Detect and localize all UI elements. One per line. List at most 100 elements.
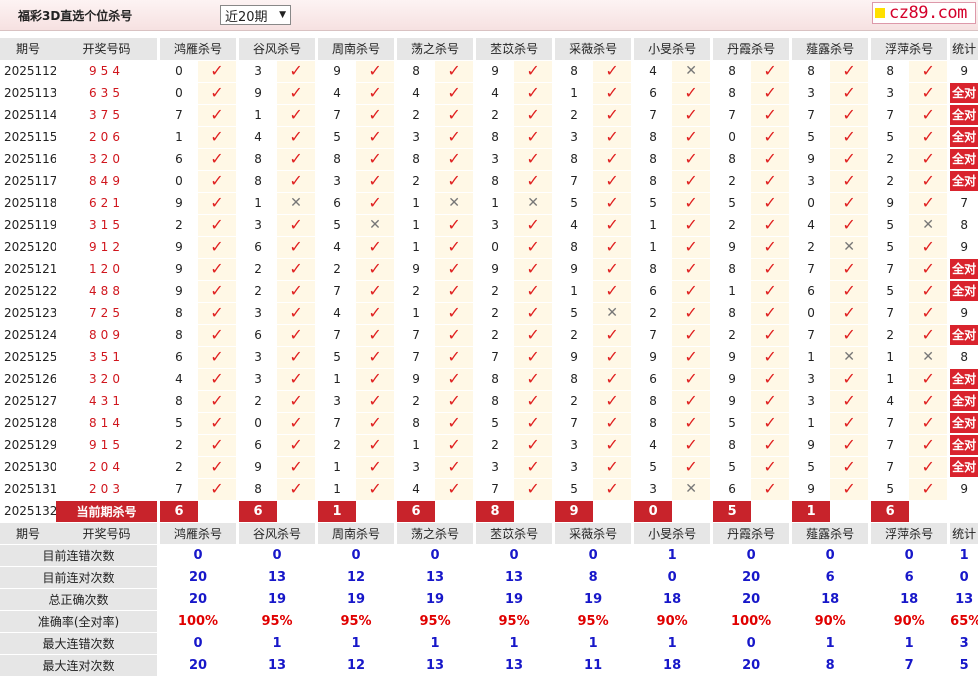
kill-number-cell: 1 (871, 346, 910, 369)
stats-value: 90% (792, 610, 869, 633)
cross-icon: ✕ (527, 195, 539, 211)
stat-cell: 7 (950, 192, 978, 215)
col-header-expert: 采薇杀号 (555, 38, 632, 61)
check-icon: ✓ (526, 259, 540, 278)
col-header-expert: 鸿雁杀号 (160, 38, 237, 61)
table-row: 2025113 635 0 ✓ 9 ✓ 4 ✓ 4 ✓ 4 ✓ 1 ✓ 6 ✓ 8 ✓ 3 ✓ 3 ✓ 全对 (0, 82, 978, 105)
check-icon: ✓ (526, 237, 540, 256)
period-range-select[interactable]: 近20期 ▼ (220, 5, 291, 25)
kill-number-cell: 2 (871, 148, 910, 171)
check-icon: ✓ (289, 325, 303, 344)
check-icon: ✓ (289, 171, 303, 190)
kill-number-cell: 5 (555, 302, 594, 325)
draw-number-cell: 203 (56, 478, 157, 501)
check-icon: ✓ (289, 347, 303, 366)
check-icon: ✓ (210, 237, 224, 256)
stats-value: 13 (239, 654, 316, 677)
result-mark-cell: ✓ (909, 236, 948, 259)
period-cell: 2025114 (0, 104, 56, 127)
check-icon: ✓ (842, 479, 856, 498)
kill-number-cell: 8 (634, 170, 673, 193)
stats-value: 18 (634, 654, 711, 677)
check-icon: ✓ (210, 127, 224, 146)
result-mark-cell: ✓ (909, 412, 948, 435)
stats-value: 100% (160, 610, 237, 633)
check-icon: ✓ (763, 127, 777, 146)
check-icon: ✓ (210, 303, 224, 322)
check-icon: ✓ (447, 347, 461, 366)
result-mark-cell: ✓ (909, 434, 948, 457)
logo-square-icon (875, 8, 885, 18)
all-correct-badge: 全对 (950, 325, 978, 345)
stats-value: 1 (318, 632, 395, 655)
col-header-expert: 浮萍杀号 (871, 38, 948, 61)
stats-value: 0 (160, 632, 237, 655)
kill-number-cell: 6 (239, 434, 278, 457)
check-icon: ✓ (921, 259, 935, 278)
check-icon: ✓ (842, 149, 856, 168)
table-row: 2025122 488 9 ✓ 2 ✓ 7 ✓ 2 ✓ 2 ✓ 1 ✓ 6 ✓ 1 ✓ 6 ✓ 5 ✓ 全对 (0, 280, 978, 303)
check-icon: ✓ (447, 237, 461, 256)
kill-number-cell: 5 (318, 346, 357, 369)
check-icon: ✓ (447, 413, 461, 432)
check-icon: ✓ (210, 149, 224, 168)
check-icon: ✓ (210, 61, 224, 80)
stats-value: 100% (713, 610, 790, 633)
check-icon: ✓ (605, 479, 619, 498)
check-icon: ✓ (368, 105, 382, 124)
result-mark-cell: ✓ (909, 280, 948, 303)
check-icon: ✓ (605, 83, 619, 102)
current-kill-blank (672, 500, 711, 523)
site-logo[interactable]: cz89.com (872, 2, 976, 24)
check-icon: ✓ (605, 259, 619, 278)
check-icon: ✓ (447, 127, 461, 146)
check-icon: ✓ (526, 215, 540, 234)
table-row: 2025125 351 6 ✓ 3 ✓ 5 ✓ 7 ✓ 7 ✓ 9 ✓ 9 ✓ 9 ✓ 1 ✕ 1 ✕ 8 (0, 346, 978, 369)
check-icon: ✓ (763, 171, 777, 190)
stat-value: 9 (960, 482, 968, 496)
check-icon: ✓ (842, 369, 856, 388)
col-header-period: 期号 (0, 522, 56, 545)
current-kill-blank (593, 500, 632, 523)
result-mark-cell: ✓ (277, 82, 316, 105)
check-icon: ✓ (684, 347, 698, 366)
check-icon: ✓ (763, 325, 777, 344)
result-mark-cell: ✓ (751, 368, 790, 391)
draw-number-cell: 809 (56, 324, 157, 347)
kill-number-cell: 8 (871, 60, 910, 83)
check-icon: ✓ (210, 83, 224, 102)
check-icon: ✓ (605, 215, 619, 234)
check-icon: ✓ (684, 237, 698, 256)
table-row: 2025116 320 6 ✓ 8 ✓ 8 ✓ 8 ✓ 3 ✓ 8 ✓ 8 ✓ 8 ✓ 9 ✓ 2 ✓ 全对 (0, 148, 978, 171)
all-correct-badge: 全对 (950, 435, 978, 455)
period-cell: 2025118 (0, 192, 56, 215)
result-mark-cell: ✓ (514, 346, 553, 369)
kill-number-cell: 2 (713, 170, 752, 193)
check-icon: ✓ (447, 303, 461, 322)
result-mark-cell: ✓ (514, 170, 553, 193)
kill-number-cell: 7 (792, 324, 831, 347)
stats-value: 0 (239, 544, 316, 567)
kill-number-cell: 2 (476, 104, 515, 127)
kill-number-cell: 5 (871, 236, 910, 259)
result-mark-cell: ✓ (751, 82, 790, 105)
kill-number-cell: 5 (871, 478, 910, 501)
result-mark-cell: ✓ (356, 60, 395, 83)
result-mark-cell: ✕ (356, 214, 395, 237)
check-icon: ✓ (526, 347, 540, 366)
stats-label: 最大连错次数 (0, 632, 157, 655)
current-kill-number: 1 (792, 500, 831, 523)
check-icon: ✓ (921, 413, 935, 432)
result-mark-cell: ✓ (751, 104, 790, 127)
check-icon: ✓ (368, 413, 382, 432)
kill-number-cell: 3 (555, 434, 594, 457)
kill-number-cell: 2 (555, 324, 594, 347)
cross-icon: ✕ (922, 349, 935, 365)
result-mark-cell: ✓ (198, 434, 237, 457)
stat-cell: 全对 (950, 368, 978, 391)
current-kill-blank (356, 500, 395, 523)
check-icon: ✓ (763, 259, 777, 278)
check-icon: ✓ (684, 259, 698, 278)
result-mark-cell: ✓ (672, 346, 711, 369)
check-icon: ✓ (447, 171, 461, 190)
